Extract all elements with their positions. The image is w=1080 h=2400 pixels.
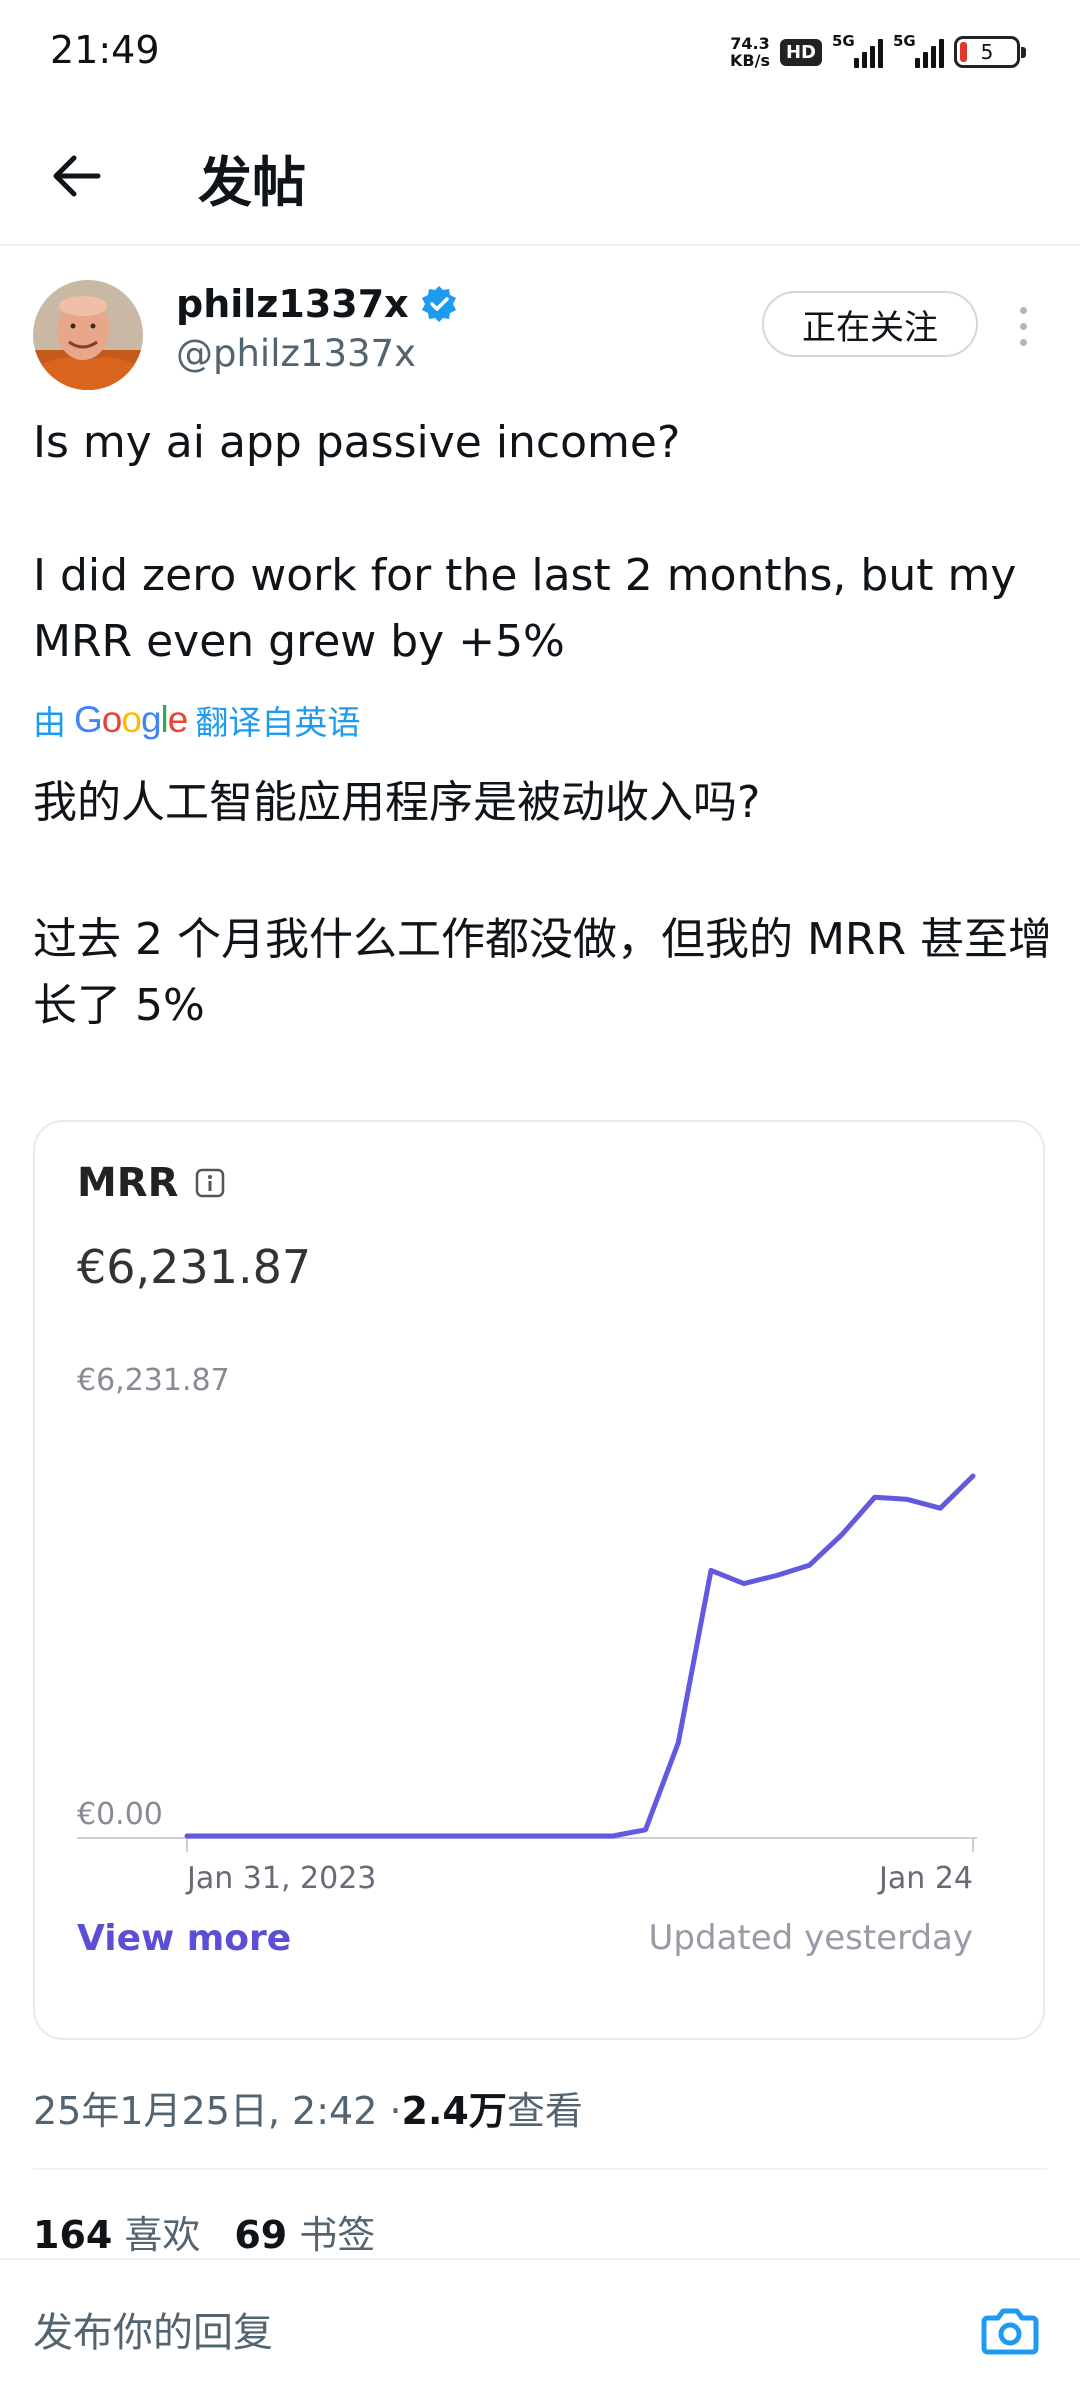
back-button[interactable] [40,140,112,212]
mrr-data-point [447,1834,452,1839]
tweet-meta: 25年1月25日, 2:42 · 2.4万 查看 [33,2080,583,2135]
mrr-data-point [741,1581,746,1586]
avatar[interactable] [33,280,143,390]
mrr-data-point [905,1497,910,1502]
translated-text-line-1: 我的人工智能应用程序是被动收入吗? [33,777,761,828]
mrr-data-point [545,1834,550,1839]
arrow-left-icon [53,155,101,197]
tweet-text-line-1: Is my ai app passive income? [33,417,681,468]
following-button[interactable]: 正在关注 [762,291,978,357]
top-app-bar: 发帖 [0,100,1080,246]
view-more-link[interactable]: View more [77,1918,291,1959]
updated-label: Updated yesterday [648,1918,973,1958]
hd-voice-icon: HD [779,38,822,66]
views-count: 2.4万 [401,2089,507,2133]
tweet-text-line-2: I did zero work for the last 2 months, b… [33,550,1017,667]
mrr-data-point [185,1834,190,1839]
mrr-data-point [479,1834,484,1839]
mrr-data-point [283,1834,288,1839]
bookmarks-stat[interactable]: 69 书签 [234,2204,375,2259]
mrr-data-point [512,1834,517,1839]
mrr-data-point [414,1834,419,1839]
timestamp: 25年1月25日, 2:42 · [33,2089,402,2133]
reply-input[interactable]: 发布你的回复 [33,2300,273,2358]
mrr-data-point [381,1834,386,1839]
mrr-data-point [676,1740,681,1745]
status-time: 21:49 [50,28,160,72]
mrr-data-point [807,1563,812,1568]
more-options-icon[interactable] [1005,296,1041,356]
mrr-data-point [938,1506,943,1511]
mrr-data-point [643,1827,648,1832]
translated-text-line-2: 过去 2 个月我什么工作都没做，但我的 MRR 甚至增长了 5% [33,914,1053,1031]
mrr-data-point [217,1834,222,1839]
views-label: 查看 [506,2089,583,2133]
x-tick-label: Jan 24 [877,1861,973,1896]
page-title: 发帖 [198,151,306,214]
mrr-data-point [709,1568,714,1573]
signal-icon-2: 5G [893,32,944,68]
mrr-data-point [610,1834,615,1839]
reply-bar: 发布你的回复 [0,2258,1080,2400]
verified-badge-icon [421,286,456,322]
author-name-row: philz1337x [176,282,459,326]
battery-icon: 5 [954,36,1026,68]
mrr-data-point [348,1834,353,1839]
engagement-stats: 164 喜欢 69 书签 [33,2204,375,2259]
y-tick-label: €6,231.87 [77,1363,230,1398]
likes-stat[interactable]: 164 喜欢 [33,2204,200,2259]
mrr-data-point [971,1474,976,1479]
network-speed: 74.3 KB/s [730,34,770,70]
camera-icon[interactable] [978,2298,1042,2362]
google-logo: Google [74,699,188,740]
x-tick-label: Jan 31, 2023 [185,1861,376,1896]
author-handle[interactable]: @philz1337x [176,332,416,375]
mrr-data-point [872,1495,877,1500]
divider [33,2168,1047,2170]
mrr-data-point [774,1573,779,1578]
y-tick-label: €0.00 [77,1797,163,1832]
status-bar: 21:49 74.3 KB/s HD 5G 5G 5 [0,0,1080,100]
mrr-card[interactable]: MRR €6,231.87 €6,231.87 €0.00 Jan 31, 2023… [33,1120,1045,2040]
author-name[interactable]: philz1337x [176,282,409,326]
mrr-data-point [250,1834,255,1839]
mrr-line-chart: €6,231.87 €0.00 Jan 31, 2023 Jan 24 [77,1363,977,1896]
mrr-data-point [840,1532,845,1537]
signal-icon: 5G [832,32,883,68]
mrr-series-line [184,1473,976,1839]
status-icons: 74.3 KB/s HD 5G 5G 5 [730,30,1026,74]
mrr-data-point [316,1834,321,1839]
translation-attribution[interactable]: 由 Google 翻译自英语 [33,696,360,744]
mrr-data-point [578,1834,583,1839]
avatar-image [33,280,143,390]
